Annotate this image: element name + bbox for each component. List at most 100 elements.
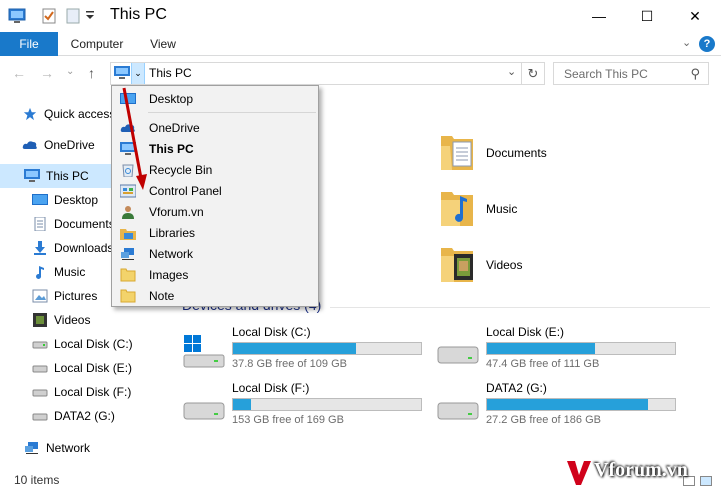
breadcrumb-expand-button[interactable]: ⌄ xyxy=(131,63,145,84)
status-item-count: 10 items xyxy=(14,473,60,487)
maximize-button[interactable]: ☐ xyxy=(624,0,670,32)
music-folder-icon[interactable] xyxy=(440,188,474,228)
sidebar-item-label: Downloads xyxy=(54,241,114,255)
watermark-text: Vforum.vn xyxy=(594,459,688,481)
folder-label[interactable]: Music xyxy=(486,202,517,216)
menu-item-label: Recycle Bin xyxy=(149,162,213,177)
address-history-button[interactable]: ⌄ xyxy=(507,65,516,78)
drive-usage-bar xyxy=(486,342,676,355)
tab-computer[interactable]: Computer xyxy=(62,32,132,56)
menu-item-label: This PC xyxy=(149,141,194,156)
ribbon: File Computer View ⌄ ? xyxy=(0,32,721,56)
menu-item-onedrive[interactable]: OneDrive xyxy=(113,117,317,138)
up-button[interactable]: ↑ xyxy=(88,65,95,81)
drive-icon xyxy=(32,413,48,421)
sidebar-item-videos[interactable]: Videos xyxy=(0,308,160,332)
breadcrumb[interactable]: This PC xyxy=(149,66,192,80)
expand-ribbon-icon[interactable]: ⌄ xyxy=(682,36,691,49)
menu-item-this-pc[interactable]: This PC xyxy=(113,138,317,159)
drive-icon xyxy=(183,402,225,420)
drive-usage-fill xyxy=(487,399,648,410)
folder-label[interactable]: Documents xyxy=(486,146,547,160)
maximize-icon: ☐ xyxy=(640,7,654,24)
documents-icon xyxy=(34,217,46,231)
drive-usage-fill xyxy=(233,343,356,354)
drive-tile-c[interactable]: Local Disk (C:) 37.8 GB free of 109 GB xyxy=(182,325,432,377)
documents-folder-icon[interactable] xyxy=(440,132,474,172)
sidebar-item-data2-g[interactable]: DATA2 (G:) xyxy=(0,404,160,428)
menu-item-control-panel[interactable]: Control Panel xyxy=(113,180,317,201)
menu-separator xyxy=(148,112,316,113)
back-button[interactable]: ← xyxy=(12,65,26,81)
videos-folder-icon[interactable] xyxy=(440,244,474,284)
drive-tile-f[interactable]: Local Disk (F:) 153 GB free of 169 GB xyxy=(182,381,432,433)
sidebar-item-label: Pictures xyxy=(54,289,98,303)
drive-tile-g[interactable]: DATA2 (G:) 27.2 GB free of 186 GB xyxy=(436,381,686,433)
vforum-logo-icon xyxy=(567,461,591,485)
forward-button[interactable]: → xyxy=(40,65,54,81)
sidebar-item-label: Desktop xyxy=(54,193,99,207)
drive-name: DATA2 (G:) xyxy=(486,381,547,395)
network-icon xyxy=(25,442,38,454)
drive-icon xyxy=(32,389,48,397)
menu-item-label: Libraries xyxy=(149,225,196,240)
folder-icon xyxy=(120,289,136,302)
sidebar-item-local-disk-f[interactable]: Local Disk (F:) xyxy=(0,380,160,404)
sidebar-item-label: Music xyxy=(54,265,86,279)
drive-free-space: 27.2 GB free of 186 GB xyxy=(486,414,601,426)
menu-item-recycle-bin[interactable]: Recycle Bin xyxy=(113,159,317,180)
properties-icon[interactable] xyxy=(40,7,58,25)
menu-item-label: Desktop xyxy=(149,91,194,106)
search-icon: ⚲ xyxy=(690,66,700,81)
drive-tile-e[interactable]: Local Disk (E:) 47.4 GB free of 111 GB xyxy=(436,325,686,377)
customize-quick-access-icon[interactable] xyxy=(86,9,94,27)
menu-item-note[interactable]: Note xyxy=(113,285,317,306)
sidebar-item-network[interactable]: Network xyxy=(0,436,160,460)
videos-icon xyxy=(33,313,47,327)
sidebar-item-label: Local Disk (C:) xyxy=(54,337,133,351)
sidebar-item-local-disk-e[interactable]: Local Disk (E:) xyxy=(0,356,160,380)
help-icon[interactable]: ? xyxy=(699,36,715,52)
drive-name: Local Disk (C:) xyxy=(232,325,311,339)
menu-item-images[interactable]: Images xyxy=(113,264,317,285)
folder-label[interactable]: Videos xyxy=(486,258,522,272)
search-input[interactable]: Search This PC xyxy=(564,67,648,81)
menu-item-vforum[interactable]: Vforum.vn xyxy=(113,201,317,222)
drive-usage-bar xyxy=(232,398,422,411)
refresh-button[interactable]: ↻ xyxy=(521,63,544,84)
tab-file[interactable]: File xyxy=(0,32,58,56)
sidebar-item-label: Local Disk (E:) xyxy=(54,361,133,375)
user-icon xyxy=(122,205,134,219)
minimize-icon: — xyxy=(592,8,606,24)
menu-item-label: Vforum.vn xyxy=(149,204,204,219)
control-panel-icon xyxy=(120,184,136,197)
navigation-bar: ← → ⌄ ↑ ⌄ This PC ⌄ ↻ Search This PC ⚲ xyxy=(0,56,721,92)
new-folder-icon[interactable] xyxy=(64,7,82,25)
menu-item-desktop[interactable]: Desktop xyxy=(113,88,317,109)
watermark: Vforum.vn xyxy=(566,457,716,487)
computer-icon[interactable] xyxy=(8,7,26,25)
search-box[interactable]: Search This PC ⚲ xyxy=(553,62,709,85)
menu-item-label: Note xyxy=(149,288,175,303)
address-bar[interactable]: ⌄ This PC ⌄ ↻ xyxy=(110,62,545,85)
refresh-icon: ↻ xyxy=(527,66,539,81)
menu-item-label: OneDrive xyxy=(149,120,200,135)
sidebar-item-label: Documents xyxy=(54,217,115,231)
minimize-button[interactable]: — xyxy=(576,0,622,32)
close-button[interactable]: ✕ xyxy=(672,0,718,32)
desktop-icon xyxy=(32,194,48,205)
drive-free-space: 37.8 GB free of 109 GB xyxy=(232,358,347,370)
sidebar-item-label: Local Disk (F:) xyxy=(54,385,132,399)
computer-icon xyxy=(120,141,136,155)
recent-locations-button[interactable]: ⌄ xyxy=(66,66,74,77)
menu-item-network[interactable]: Network xyxy=(113,243,317,264)
drive-usage-bar xyxy=(486,398,676,411)
drive-icon xyxy=(437,346,479,364)
computer-icon xyxy=(24,169,40,182)
sidebar-item-local-disk-c[interactable]: Local Disk (C:) xyxy=(0,332,160,356)
drive-usage-fill xyxy=(487,343,595,354)
sidebar-item-label: Videos xyxy=(54,313,91,327)
computer-icon xyxy=(114,66,130,83)
tab-view[interactable]: View xyxy=(138,32,188,56)
menu-item-libraries[interactable]: Libraries xyxy=(113,222,317,243)
